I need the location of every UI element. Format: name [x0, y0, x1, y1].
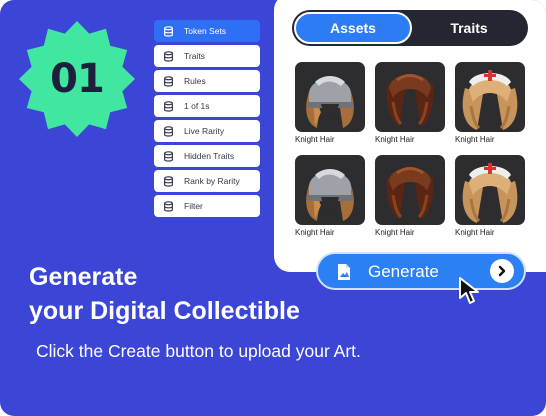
menu-item-label: Traits	[184, 51, 205, 61]
asset-label: Knight Hair	[295, 228, 335, 237]
menu-item-rank-by-rarity[interactable]: Rank by Rarity	[154, 170, 260, 192]
headline-line-2: your Digital Collectible	[29, 297, 300, 325]
asset-tile[interactable]: Knight Hair	[455, 155, 525, 237]
menu-item-label: Hidden Traits	[184, 151, 235, 161]
assets-panel: Assets Traits Knight Hair Knight Hair Knig…	[274, 0, 546, 272]
asset-label: Knight Hair	[375, 228, 415, 237]
asset-tile[interactable]: Knight Hair	[295, 155, 365, 237]
database-icon	[164, 125, 173, 137]
assets-traits-toggle: Assets Traits	[292, 10, 528, 46]
asset-tile[interactable]: Knight Hair	[455, 62, 525, 144]
menu-item-label: Token Sets	[184, 26, 227, 36]
asset-tile[interactable]: Knight Hair	[375, 155, 445, 237]
menu-item-label: Rules	[184, 76, 206, 86]
mouse-cursor-icon	[459, 277, 479, 304]
generate-label: Generate	[368, 262, 439, 281]
menu-item-traits[interactable]: Traits	[154, 45, 260, 67]
asset-label: Knight Hair	[455, 228, 495, 237]
asset-label: Knight Hair	[455, 135, 495, 144]
asset-tile[interactable]: Knight Hair	[375, 62, 445, 144]
menu-item-label: 1 of 1s	[184, 101, 210, 111]
menu-item-label: Rank by Rarity	[184, 176, 240, 186]
asset-label: Knight Hair	[295, 135, 335, 144]
hair-asset-thumbnail	[375, 155, 445, 225]
tab-traits[interactable]: Traits	[412, 12, 526, 44]
menu-item-rules[interactable]: Rules	[154, 70, 260, 92]
database-icon	[164, 25, 173, 37]
database-icon	[164, 175, 173, 187]
database-icon	[164, 50, 173, 62]
step-badge: 01	[16, 18, 138, 140]
feature-menu: Token Sets Traits Rules 1 of 1s Live Rarity H…	[154, 20, 260, 220]
database-icon	[164, 150, 173, 162]
menu-item-filter[interactable]: Filter	[154, 195, 260, 217]
database-icon	[164, 100, 173, 112]
hair-asset-thumbnail	[295, 155, 365, 225]
menu-item-token-sets[interactable]: Token Sets	[154, 20, 260, 42]
chevron-right-icon	[490, 259, 514, 283]
database-icon	[164, 200, 173, 212]
feature-card: 01 Token Sets Traits Rules 1 of 1s Live Rari…	[0, 0, 546, 416]
subtitle: Click the Create button to upload your A…	[36, 341, 361, 361]
step-number: 01	[50, 56, 105, 102]
hair-asset-thumbnail	[295, 62, 365, 132]
menu-item-label: Live Rarity	[184, 126, 225, 136]
tab-assets[interactable]: Assets	[294, 12, 412, 44]
menu-item-label: Filter	[184, 201, 203, 211]
asset-label: Knight Hair	[375, 135, 415, 144]
generate-button[interactable]: Generate	[316, 252, 526, 290]
file-icon	[338, 264, 350, 280]
menu-item-live-rarity[interactable]: Live Rarity	[154, 120, 260, 142]
headline-line-1: Generate	[29, 263, 138, 291]
hair-asset-thumbnail	[455, 155, 525, 225]
hair-asset-thumbnail	[375, 62, 445, 132]
database-icon	[164, 75, 173, 87]
hair-asset-thumbnail	[455, 62, 525, 132]
headline: Generate your Digital Collectible	[29, 260, 300, 328]
menu-item-hidden-traits[interactable]: Hidden Traits	[154, 145, 260, 167]
menu-item-1-of-1s[interactable]: 1 of 1s	[154, 95, 260, 117]
asset-tile[interactable]: Knight Hair	[295, 62, 365, 144]
